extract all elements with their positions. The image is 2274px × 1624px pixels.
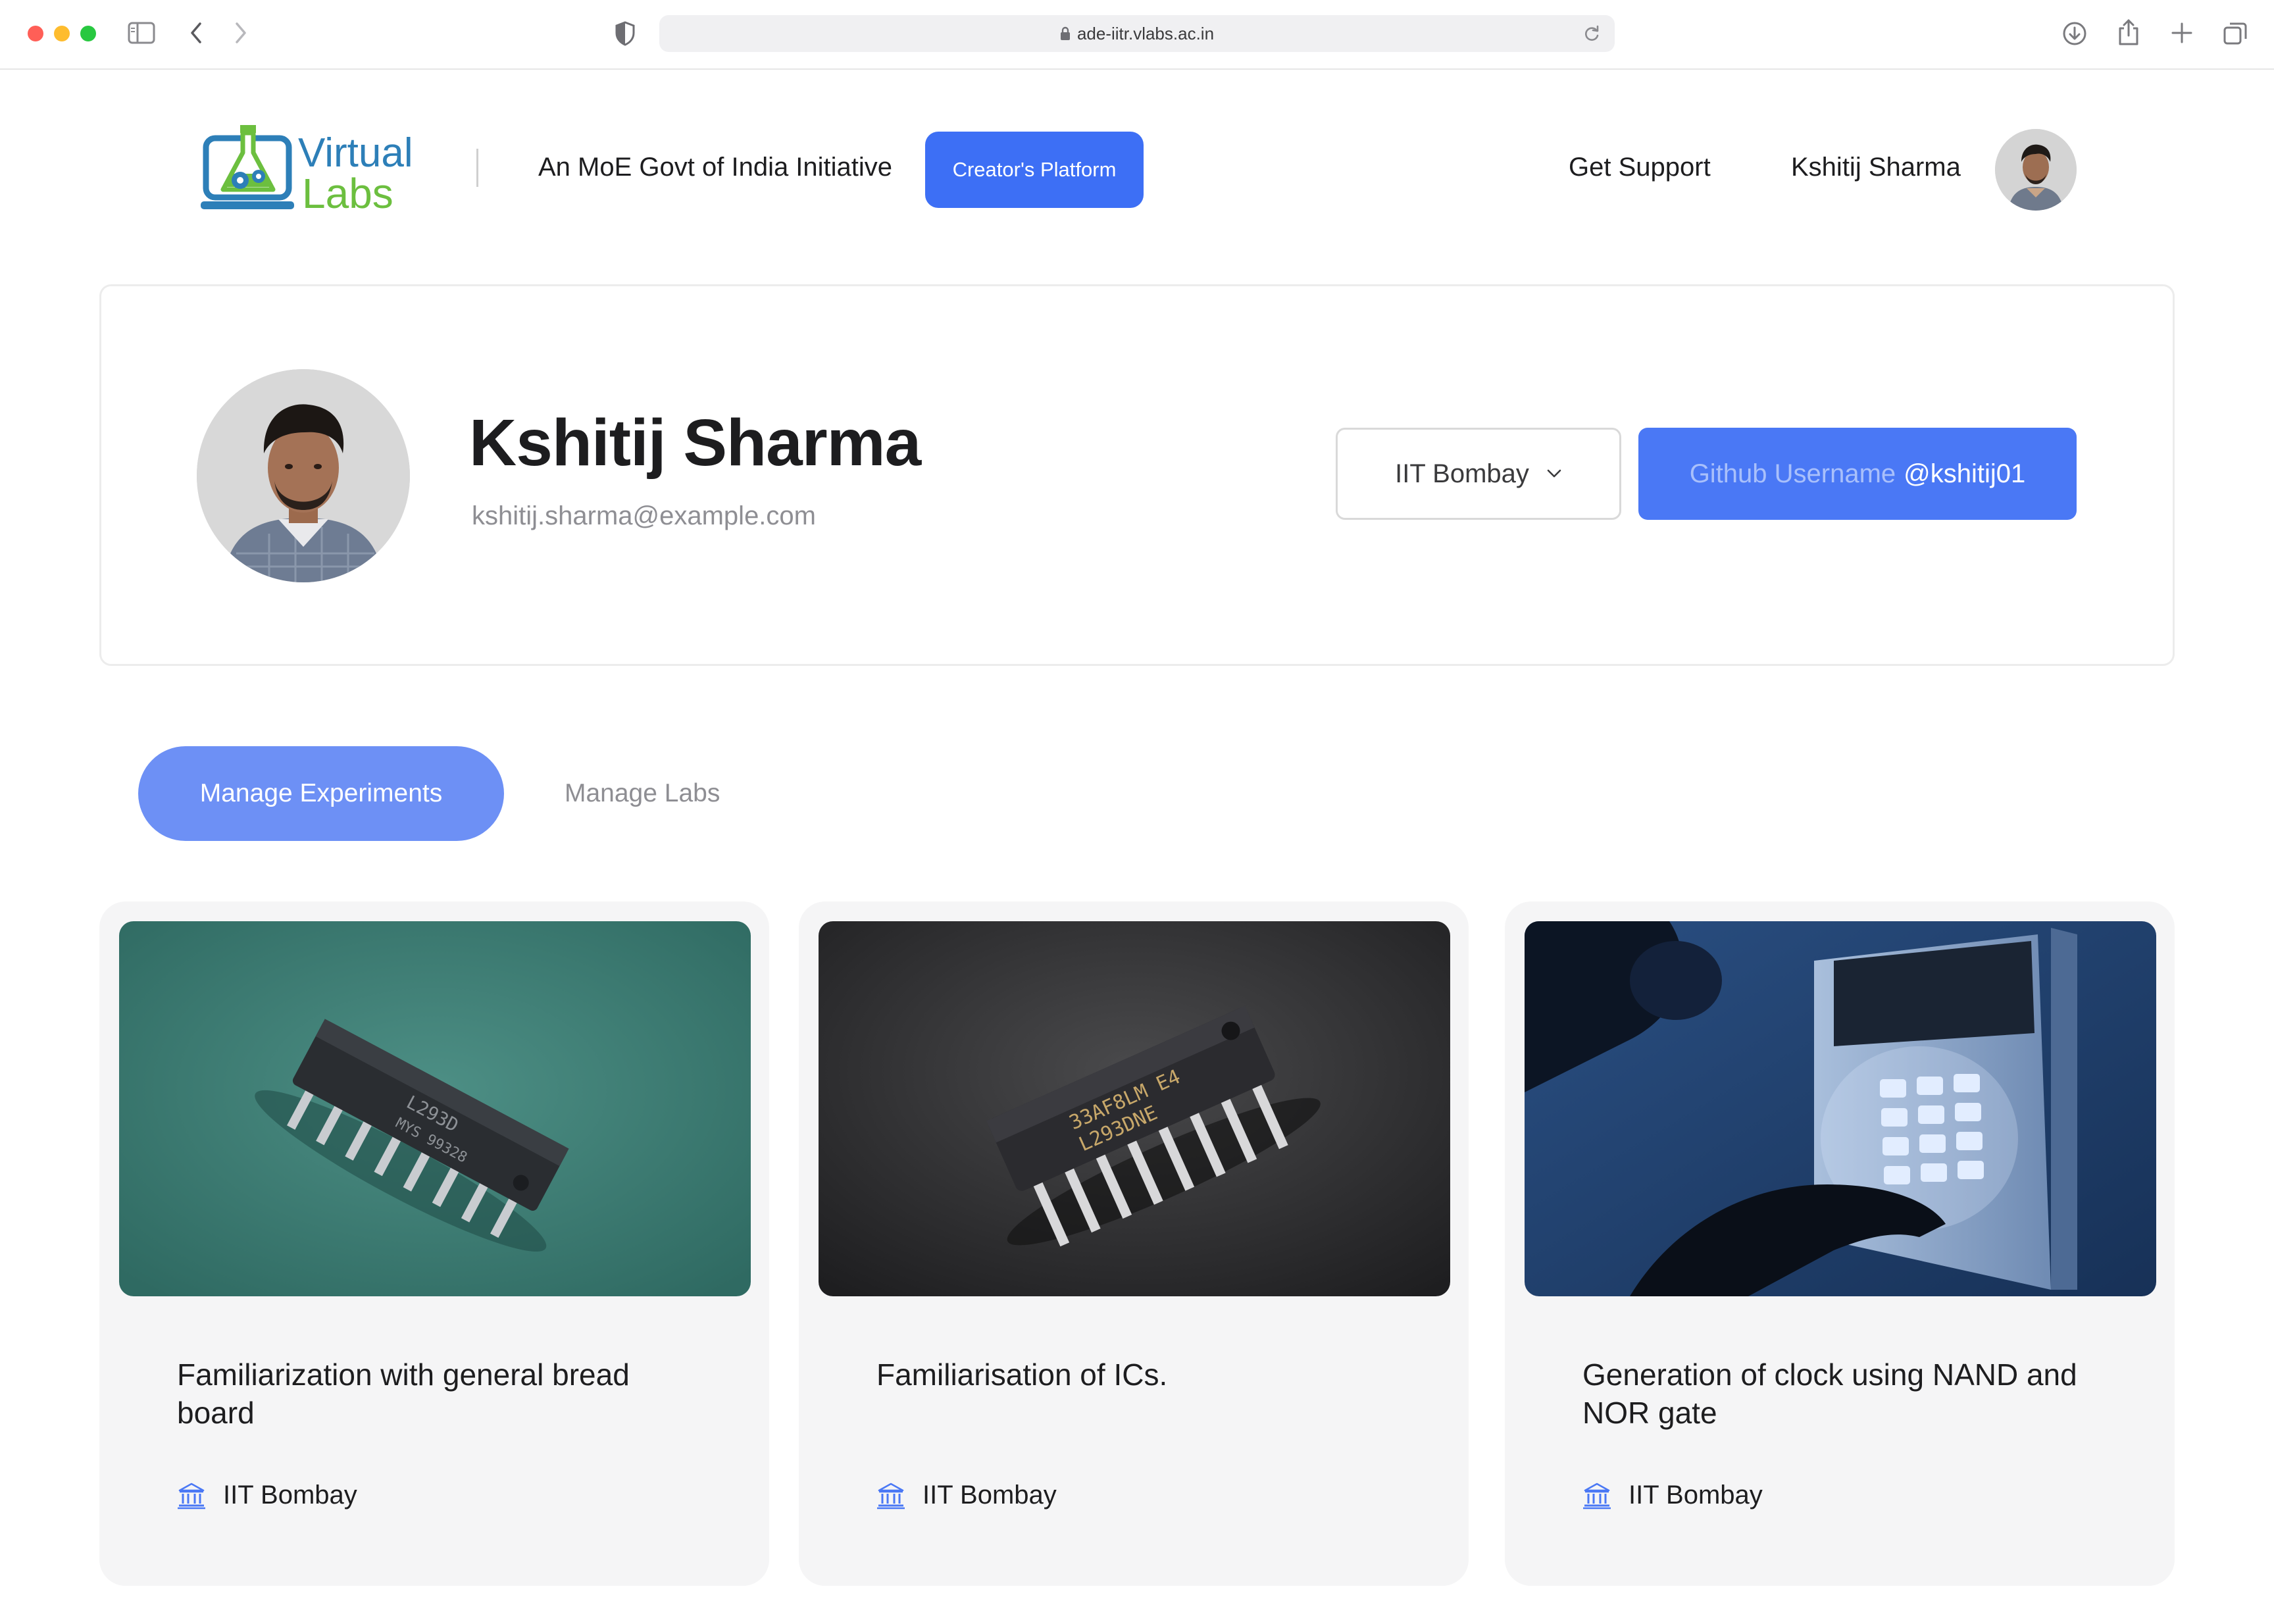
header-avatar[interactable] (1995, 129, 2077, 211)
creators-platform-button[interactable]: Creator's Platform (925, 132, 1144, 208)
experiment-institute-name: IIT Bombay (1629, 1481, 1763, 1510)
experiment-card[interactable]: Generation of clock using NAND and NOR g… (1505, 901, 2175, 1586)
header-divider (476, 149, 478, 187)
github-username-value: @kshitij01 (1904, 459, 2026, 488)
experiment-card[interactable]: 33AF8LM E4 L293DNE Familiarisation of IC… (799, 901, 1469, 1586)
institute-dropdown[interactable]: IIT Bombay (1336, 428, 1621, 520)
virtual-labs-logo[interactable]: Virtual Labs (201, 124, 418, 216)
share-icon[interactable] (2117, 18, 2140, 46)
experiment-institute: IIT Bombay (876, 1481, 1057, 1510)
experiment-card[interactable]: L293D MYS 99328 Familiarization with gen… (99, 901, 769, 1586)
address-bar[interactable]: ade-iitr.vlabs.ac.in (659, 15, 1615, 52)
keypad-security-panel-icon (1525, 921, 2156, 1296)
institution-icon (1582, 1481, 1611, 1510)
forward-icon[interactable] (234, 21, 247, 45)
browser-toolbar: ade-iitr.vlabs.ac.in (0, 0, 2274, 70)
experiment-title[interactable]: Familiarisation of ICs. (876, 1356, 1377, 1394)
back-icon[interactable] (190, 21, 203, 45)
profile-name: Kshitij Sharma (469, 406, 921, 480)
close-window-button[interactable] (28, 26, 43, 41)
lock-icon (1060, 26, 1071, 41)
ic-chip-on-green-icon: L293D MYS 99328 (119, 921, 751, 1296)
experiment-image (1525, 921, 2156, 1296)
experiment-title[interactable]: Familiarization with general bread board (177, 1356, 677, 1432)
experiment-image: L293D MYS 99328 (119, 921, 751, 1296)
header-tagline: An MoE Govt of India Initiative (538, 153, 893, 182)
experiment-institute-name: IIT Bombay (922, 1481, 1057, 1510)
github-username-button[interactable]: Github Username @kshitij01 (1638, 428, 2077, 520)
logo-text-virtual: Virtual (298, 130, 413, 176)
chevron-down-icon (1546, 469, 1562, 479)
url-text: ade-iitr.vlabs.ac.in (1076, 23, 1215, 43)
user-portrait-icon (197, 369, 410, 582)
institution-icon (876, 1481, 905, 1510)
get-support-link[interactable]: Get Support (1569, 153, 1711, 182)
github-username-label: Github Username (1689, 459, 1896, 488)
zoom-window-button[interactable] (80, 26, 96, 41)
tab-overview-icon[interactable] (2223, 21, 2248, 46)
user-portrait-icon (1995, 129, 2077, 211)
institution-icon (177, 1481, 206, 1510)
new-tab-icon[interactable] (2170, 21, 2194, 45)
logo-text-labs: Labs (302, 170, 393, 217)
reload-icon[interactable] (1583, 24, 1600, 47)
institute-dropdown-value: IIT Bombay (1395, 459, 1529, 488)
tab-manage-labs[interactable]: Manage Labs (565, 779, 720, 808)
ic-chip-on-black-icon: 33AF8LM E4 L293DNE (819, 921, 1450, 1296)
sidebar-toggle-icon[interactable] (128, 21, 155, 45)
privacy-shield-icon[interactable] (615, 21, 636, 46)
experiment-title[interactable]: Generation of clock using NAND and NOR g… (1582, 1356, 2083, 1432)
experiment-institute: IIT Bombay (1582, 1481, 1763, 1510)
experiment-institute-name: IIT Bombay (223, 1481, 357, 1510)
experiment-institute: IIT Bombay (177, 1481, 357, 1510)
tab-manage-experiments[interactable]: Manage Experiments (138, 746, 504, 841)
lab-flask-icon (201, 125, 294, 209)
profile-email: kshitij.sharma@example.com (472, 501, 816, 530)
experiment-image: 33AF8LM E4 L293DNE (819, 921, 1450, 1296)
downloads-icon[interactable] (2062, 21, 2087, 46)
profile-avatar (197, 369, 410, 582)
minimize-window-button[interactable] (54, 26, 70, 41)
header-user-name[interactable]: Kshitij Sharma (1791, 153, 1961, 182)
